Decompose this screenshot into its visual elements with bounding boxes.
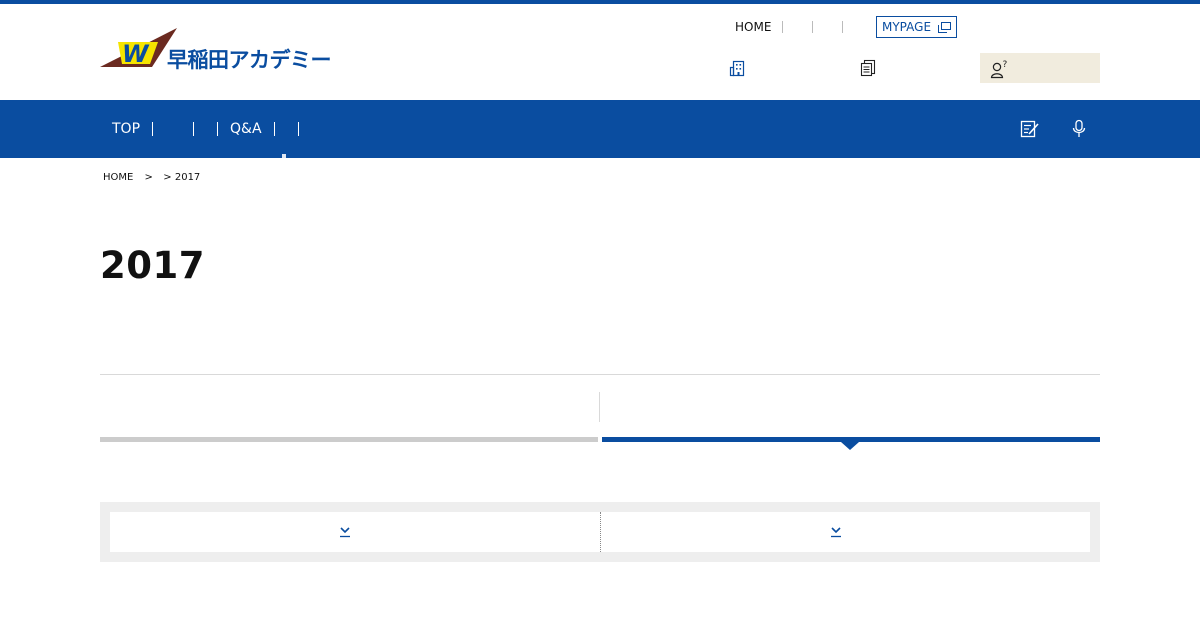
tab-underline-inactive: [100, 437, 598, 442]
breadcrumb-separator: >: [160, 172, 175, 183]
nav-item-empty[interactable]: [194, 100, 217, 158]
page-title: 2017: [100, 244, 205, 287]
edit-note-icon[interactable]: [1020, 119, 1040, 139]
breadcrumb: HOME > > 2017: [103, 172, 200, 183]
util-divider: [842, 21, 844, 33]
filter-panel: [100, 502, 1100, 562]
tab-left[interactable]: [100, 392, 598, 442]
filter-dropdown-left[interactable]: [110, 512, 600, 552]
section-divider: [100, 374, 1100, 375]
breadcrumb-separator: >: [141, 172, 157, 183]
mypage-button[interactable]: MYPAGE: [876, 16, 957, 38]
filter-bar: [110, 512, 1090, 552]
nav-active-indicator: [282, 154, 286, 158]
logo-text: 早稲田アカデミー: [167, 48, 332, 72]
microphone-icon[interactable]: [1069, 119, 1089, 139]
utility-nav: HOME: [724, 17, 872, 37]
chevron-down-icon: [831, 527, 841, 538]
building-icon[interactable]: [729, 59, 747, 77]
main-nav: TOP Q&A: [100, 100, 299, 158]
breadcrumb-home[interactable]: HOME: [103, 172, 133, 183]
mypage-label: MYPAGE: [882, 20, 932, 34]
svg-text:?: ?: [1003, 60, 1008, 70]
document-icon[interactable]: [859, 59, 877, 77]
nav-item-empty[interactable]: [153, 100, 193, 158]
person-question-icon: ?: [990, 60, 1008, 79]
chevron-down-icon: [340, 527, 350, 538]
nav-item-top[interactable]: TOP: [100, 100, 152, 158]
nav-item-qa[interactable]: Q&A: [218, 100, 274, 158]
breadcrumb-current: 2017: [174, 172, 201, 183]
tab-divider: [599, 392, 600, 422]
top-accent-line: [0, 0, 1200, 4]
tab-right-active[interactable]: [602, 392, 1100, 442]
nav-divider: [297, 122, 299, 136]
question-box[interactable]: ?: [980, 53, 1100, 83]
external-window-icon: [938, 21, 952, 33]
tab-active-arrow: [841, 442, 859, 450]
nav-item-empty[interactable]: [275, 100, 298, 158]
filter-dropdown-right[interactable]: [600, 512, 1090, 552]
svg-text:W: W: [122, 40, 150, 68]
util-link-home[interactable]: HOME: [724, 17, 782, 37]
util-divider: [812, 21, 814, 33]
util-divider: [782, 21, 784, 33]
